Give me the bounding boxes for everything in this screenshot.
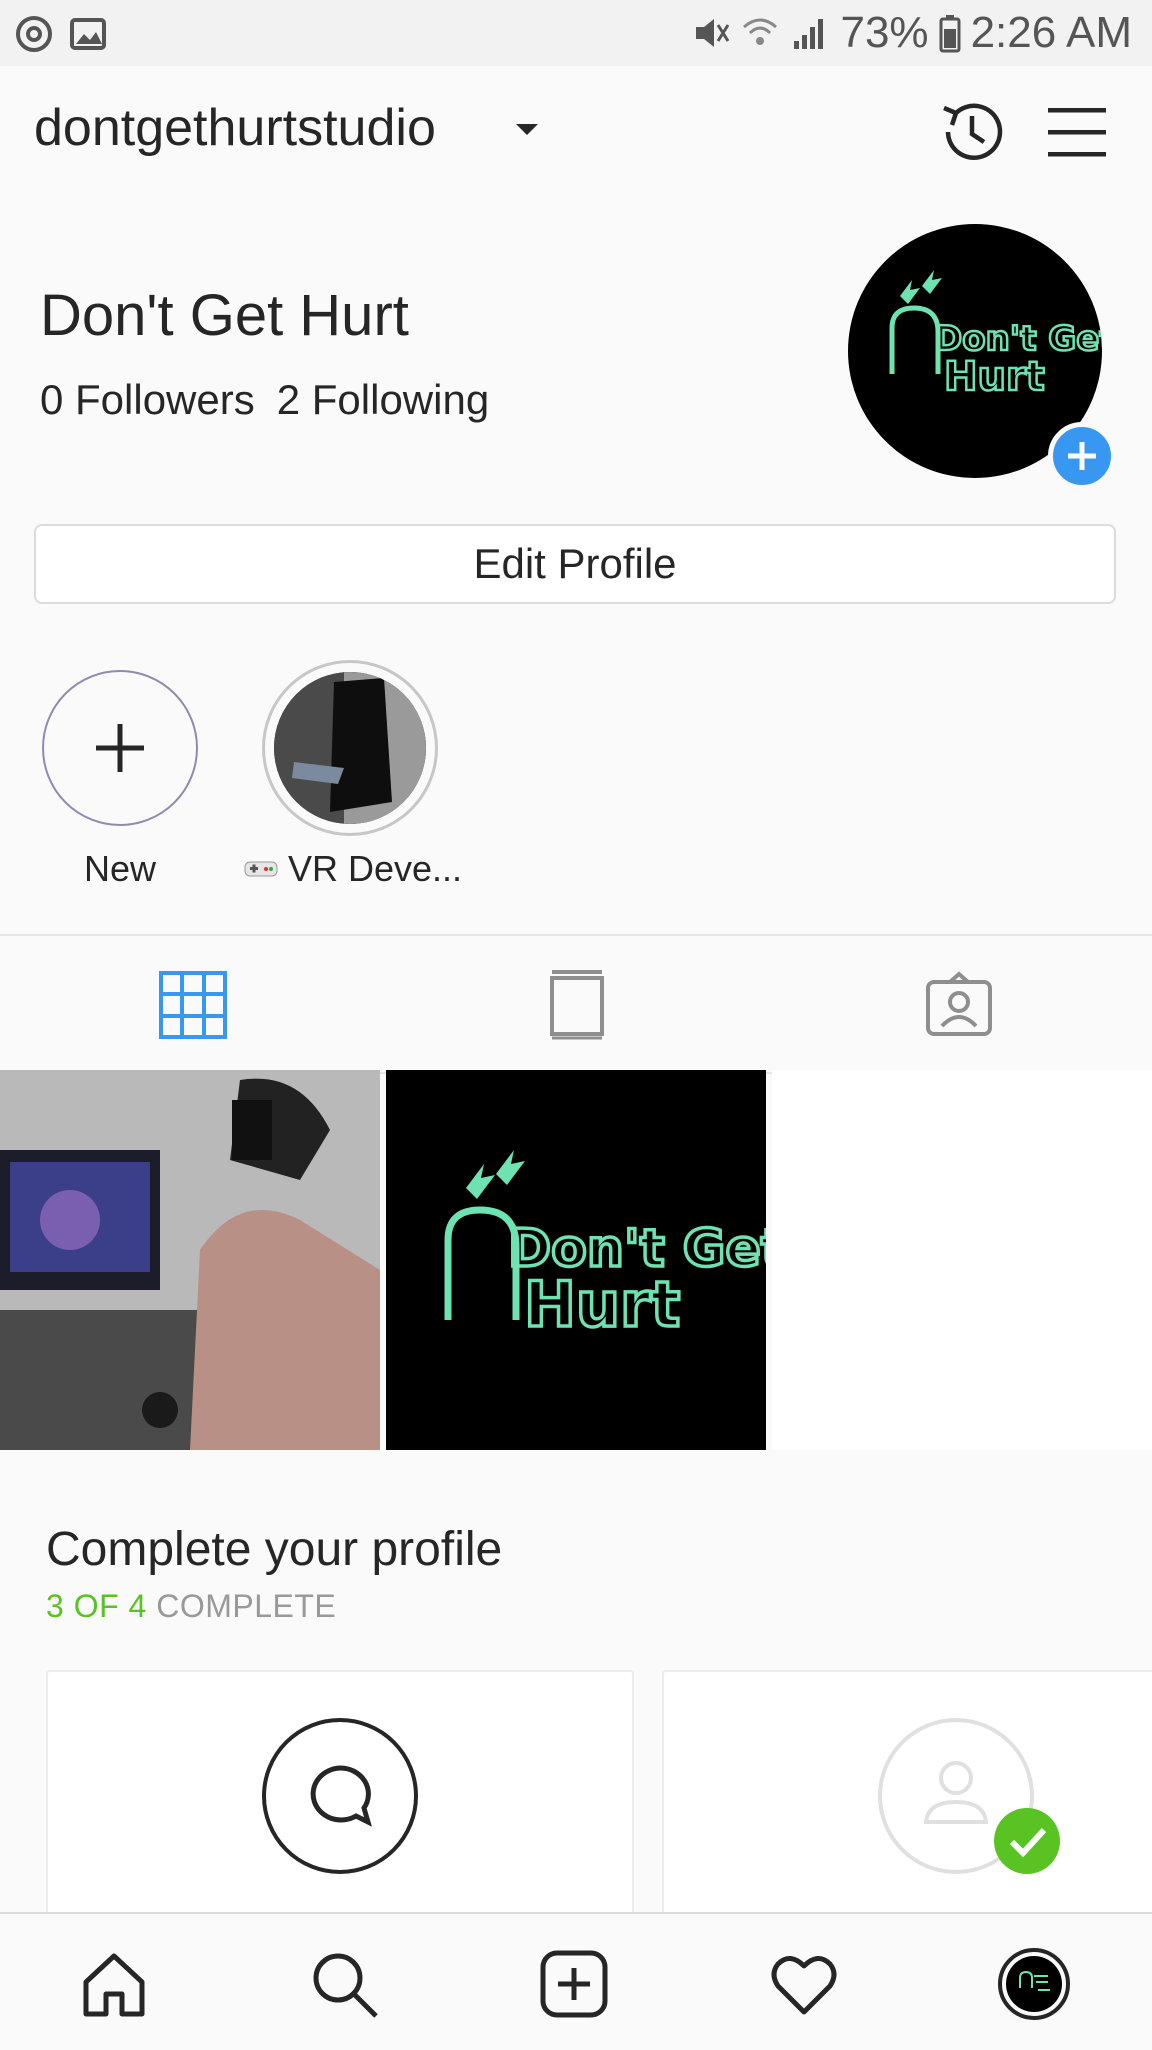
add-post-icon[interactable] <box>538 1948 610 2020</box>
chevron-down-icon[interactable] <box>516 124 538 135</box>
battery-icon <box>939 15 961 53</box>
menu-icon[interactable] <box>1046 106 1108 158</box>
heart-icon[interactable] <box>768 1948 840 2020</box>
battery-percent: 73% <box>840 8 929 57</box>
profile-avatar-icon[interactable] <box>998 1948 1070 2020</box>
home-icon[interactable] <box>78 1948 150 2020</box>
username-switcher[interactable]: dontgethurtstudio <box>34 98 436 158</box>
speech-bubble-icon <box>262 1718 418 1874</box>
post-thumbnail-vr-photo[interactable] <box>0 1070 380 1450</box>
vpn-icon <box>16 16 52 52</box>
brand-logo: Don't Get Hurt <box>444 1150 787 1343</box>
plus-icon <box>1068 442 1096 470</box>
grid-view-icon[interactable] <box>158 970 228 1040</box>
check-icon <box>994 1808 1060 1874</box>
avatar-logo-line1: Don't Get <box>934 319 1102 359</box>
complete-profile-title: Complete your profile <box>46 1523 503 1576</box>
post-thumbnail-logo[interactable]: Don't Get Hurt <box>386 1070 787 1450</box>
highlight-vr-thumbnail[interactable] <box>274 672 426 824</box>
display-name: Don't Get Hurt <box>40 283 409 348</box>
new-highlight-button[interactable] <box>42 670 198 826</box>
vr-scene-photo <box>0 1070 380 1450</box>
search-icon[interactable] <box>308 1948 380 2020</box>
signal-icon <box>794 19 824 49</box>
bottom-nav <box>0 1912 1152 2050</box>
progress-done: 3 OF 4 <box>46 1588 147 1624</box>
profile-stats: 0 Followers 2 Following <box>40 376 489 424</box>
following-count[interactable]: 2 Following <box>277 376 489 424</box>
vr-photo <box>274 672 426 824</box>
highlight-label-new: New <box>84 848 157 889</box>
status-right: 73% 2:26 AM <box>690 8 1132 58</box>
edit-profile-button[interactable]: Edit Profile <box>34 524 1116 604</box>
add-story-button[interactable] <box>1048 422 1116 490</box>
progress-rest: COMPLETE <box>146 1588 337 1624</box>
followers-count[interactable]: 0 Followers <box>40 376 255 424</box>
profile-tabs <box>0 934 1152 1074</box>
avatar-logo-line2: Hurt <box>944 354 1045 400</box>
post-logo-line2: Hurt <box>524 1268 680 1341</box>
status-left-icons <box>14 14 108 54</box>
status-bar: 73% 2:26 AM <box>0 0 1152 66</box>
complete-profile-progress: 3 OF 4 COMPLETE <box>46 1588 336 1625</box>
plus-icon <box>96 724 144 772</box>
gamepad-icon <box>244 861 278 877</box>
empty-grid-cell <box>772 1070 1152 1450</box>
guide-view-icon[interactable] <box>542 970 612 1040</box>
highlight-label-vr: VR Deve... <box>244 848 462 890</box>
tagged-photos-icon[interactable] <box>924 970 994 1040</box>
gallery-notification-icon <box>70 18 106 50</box>
highlight-label-vr-text: VR Deve... <box>288 848 463 889</box>
clock: 2:26 AM <box>970 8 1132 57</box>
wifi-icon <box>743 18 778 45</box>
history-icon[interactable] <box>938 98 1006 166</box>
mute-icon <box>696 19 730 47</box>
